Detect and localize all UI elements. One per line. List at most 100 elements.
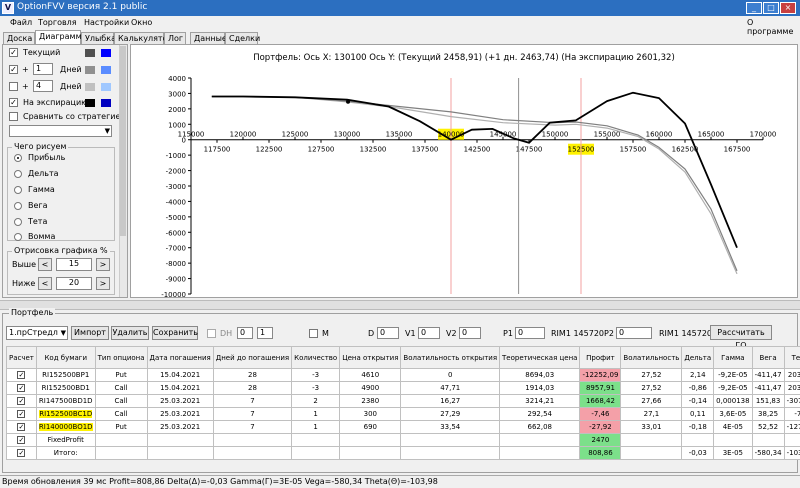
row-calc-checkbox[interactable]: ✓ — [17, 423, 26, 431]
menu-trading[interactable]: Торговля — [38, 18, 77, 27]
minimize-button[interactable]: _ — [746, 2, 762, 14]
menu-file[interactable]: Файл — [10, 18, 32, 27]
row-calc-checkbox[interactable]: ✓ — [17, 410, 26, 418]
row-calc-cell[interactable]: ✓ — [6, 407, 37, 421]
row-calc-cell[interactable]: ✓ — [6, 394, 37, 408]
tab-log[interactable]: Лог — [164, 32, 186, 44]
row-calc-cell[interactable]: ✓ — [6, 420, 37, 434]
row-calc-checkbox[interactable]: ✓ — [17, 449, 26, 457]
row-calc-cell[interactable]: ✓ — [6, 381, 37, 395]
above-increase-button[interactable]: > — [96, 258, 110, 271]
row-calc-cell[interactable]: ✓ — [6, 433, 37, 447]
radio-vega[interactable] — [14, 202, 22, 210]
column-header[interactable]: Тета — [783, 346, 800, 369]
menu-window[interactable]: Окно — [131, 18, 152, 27]
plus1-color-swatch[interactable] — [85, 66, 95, 74]
expiry-color-swatch[interactable] — [85, 99, 95, 107]
column-header[interactable]: Волатильность открытия — [400, 346, 501, 369]
table-row[interactable]: ✓ Итого: 808,86 -0,033E-05-580,34-103,98 — [6, 446, 800, 460]
current-color-swatch[interactable] — [85, 49, 95, 57]
radio-vomma[interactable] — [14, 233, 22, 241]
cell-gamma: 0,000138 — [713, 394, 753, 408]
plus4-days-input[interactable]: 4 — [33, 80, 53, 92]
plus1-sign: + — [22, 65, 29, 74]
tab-smile[interactable]: Улыбка — [81, 32, 116, 44]
cell-code: RI152500BD1 — [35, 381, 96, 395]
row-calc-checkbox[interactable]: ✓ — [17, 397, 26, 405]
save-button[interactable]: Сохранить — [152, 326, 198, 340]
table-row[interactable]: ✓ RI140000BO1D Put 25.03.2021 7 1 690 33,54 662,… — [6, 420, 800, 434]
strategy-select[interactable]: ▼ — [9, 125, 112, 137]
menu-settings[interactable]: Настройки — [84, 18, 129, 27]
plus4-delta-color-swatch[interactable] — [101, 83, 111, 91]
radio-gamma[interactable] — [14, 186, 22, 194]
row-calc-cell[interactable]: ✓ — [6, 368, 37, 382]
plus1-days-input[interactable]: 1 — [33, 63, 53, 75]
v2-input[interactable]: 0 — [459, 327, 481, 339]
p2-input[interactable]: 0 — [616, 327, 652, 339]
d-input[interactable]: 0 — [377, 327, 399, 339]
table-row[interactable]: ✓ FixedProfit 2470 — [6, 433, 800, 447]
dh-input-2[interactable]: 1 — [257, 327, 273, 339]
column-header[interactable]: Волатильность — [620, 346, 683, 369]
payoff-chart[interactable]: Портфель: Ось X: 130100 Ось Y: (Текущий … — [130, 44, 798, 299]
tab-data[interactable]: Данные — [190, 32, 227, 44]
p1-input[interactable]: 0 — [515, 327, 545, 339]
plus4-checkbox[interactable] — [9, 82, 18, 91]
column-header[interactable]: Вега — [751, 346, 785, 369]
plus4-color-swatch[interactable] — [85, 83, 95, 91]
delete-button[interactable]: Удалить — [111, 326, 149, 340]
dh-checkbox[interactable] — [207, 329, 216, 338]
m-checkbox[interactable] — [309, 329, 318, 338]
close-window-button[interactable]: × — [780, 2, 796, 14]
column-header[interactable]: Код бумаги — [35, 346, 96, 369]
column-header[interactable]: Гамма — [713, 346, 753, 369]
table-row[interactable]: ✓ RI152500BD1 Call 15.04.2021 28 -3 4900 47,71 1… — [6, 381, 800, 395]
maximize-button[interactable]: □ — [763, 2, 779, 14]
dh-input-1[interactable]: 0 — [237, 327, 253, 339]
below-decrease-button[interactable]: < — [38, 277, 52, 290]
cell-vega: -411,47 — [751, 381, 785, 395]
expiry-delta-color-swatch[interactable] — [101, 99, 111, 107]
column-header[interactable]: Дата погашения — [146, 346, 214, 369]
column-header[interactable]: Тип опциона — [94, 346, 148, 369]
radio-theta[interactable] — [14, 218, 22, 226]
current-checkbox[interactable]: ✓ — [9, 48, 18, 57]
column-header[interactable]: Количество — [291, 346, 341, 369]
row-calc-checkbox[interactable]: ✓ — [17, 371, 26, 379]
column-header[interactable]: Дней до погашения — [212, 346, 293, 369]
tab-board[interactable]: Доска — [3, 32, 35, 44]
tab-deals[interactable]: Сделки — [225, 32, 260, 44]
tab-diagram[interactable]: Диаграмма — [35, 30, 87, 44]
import-button[interactable]: Импорт — [71, 326, 109, 340]
column-header[interactable]: Дельта — [681, 346, 715, 369]
table-row[interactable]: ✓ RI147500BD1D Call 25.03.2021 7 2 2380 16,27 32… — [6, 394, 800, 408]
below-increase-button[interactable]: > — [96, 277, 110, 290]
calc-margin-button[interactable]: Рассчитать ГО — [710, 325, 772, 350]
row-calc-checkbox[interactable]: ✓ — [17, 436, 26, 444]
current-delta-color-swatch[interactable] — [101, 49, 111, 57]
v1-input[interactable]: 0 — [418, 327, 440, 339]
above-input[interactable]: 15 — [56, 258, 92, 271]
table-row[interactable]: ✓ RI152500BP1 Put 15.04.2021 28 -3 4610 0 8694,0… — [6, 368, 800, 382]
plus1-delta-color-swatch[interactable] — [101, 66, 111, 74]
compare-checkbox[interactable] — [9, 112, 18, 121]
row-calc-cell[interactable]: ✓ — [6, 446, 37, 460]
cell-code: FixedProfit — [35, 433, 96, 447]
radio-profit[interactable] — [14, 154, 22, 162]
column-header[interactable]: Теоретическая цена — [499, 346, 581, 369]
portfolio-select[interactable]: 1.прСтредл ▼ — [6, 326, 68, 340]
column-header[interactable]: Профит — [579, 346, 622, 369]
above-decrease-button[interactable]: < — [38, 258, 52, 271]
column-header[interactable]: Расчет — [6, 346, 37, 369]
radio-delta[interactable] — [14, 170, 22, 178]
row-calc-checkbox[interactable]: ✓ — [17, 384, 26, 392]
expiry-checkbox[interactable]: ✓ — [9, 98, 18, 107]
below-input[interactable]: 20 — [56, 277, 92, 290]
tab-calculator[interactable]: Калькулятор — [114, 32, 173, 44]
column-header[interactable]: Цена открытия — [339, 346, 402, 369]
table-row[interactable]: ✓ RI152500BC1D Call 25.03.2021 7 1 300 27,29 292… — [6, 407, 800, 421]
plus1-checkbox[interactable]: ✓ — [9, 65, 18, 74]
settings-scrollbar-thumb[interactable] — [120, 46, 126, 236]
splitter[interactable] — [0, 300, 800, 310]
